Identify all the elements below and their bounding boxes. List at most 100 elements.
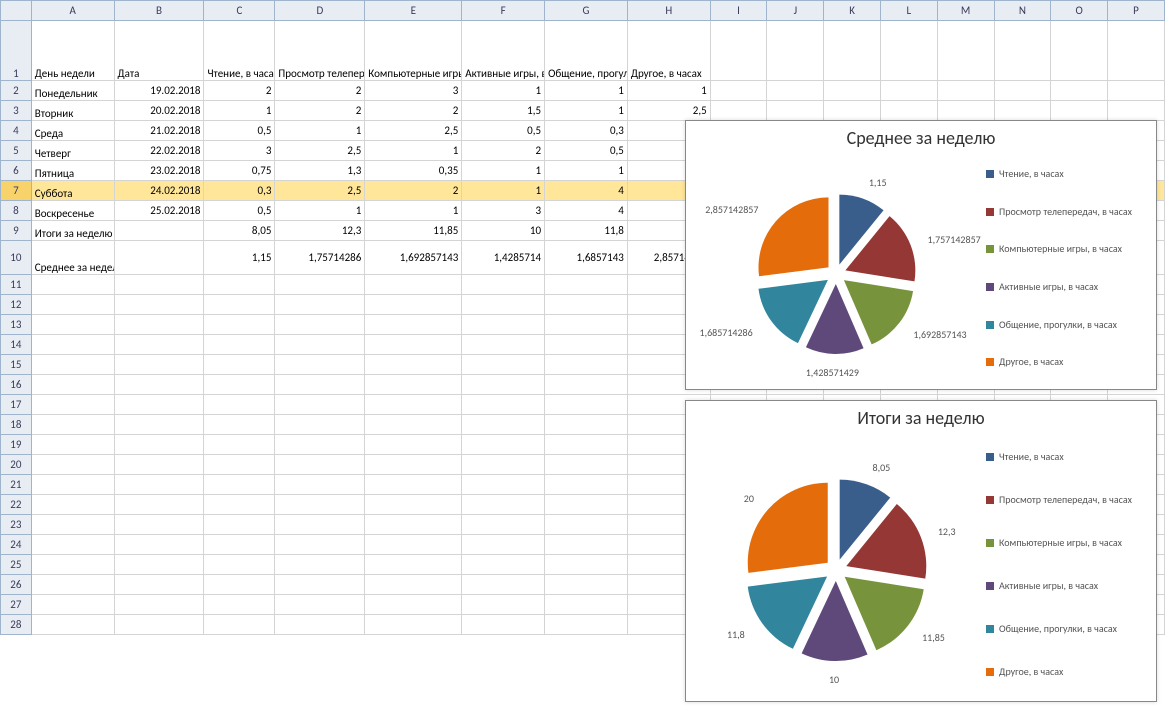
cell[interactable]: 1 xyxy=(462,81,545,101)
cell[interactable] xyxy=(545,355,628,375)
cell[interactable]: 3 xyxy=(462,201,545,221)
cell[interactable] xyxy=(545,595,628,615)
cell[interactable] xyxy=(275,495,365,515)
cell[interactable]: 2 xyxy=(462,141,545,161)
cell[interactable]: 12,3 xyxy=(275,221,365,241)
cell[interactable]: Четверг xyxy=(31,141,114,161)
cell[interactable] xyxy=(275,555,365,575)
column-header[interactable]: B xyxy=(114,1,204,21)
cell[interactable] xyxy=(31,455,114,475)
column-header[interactable]: N xyxy=(994,1,1051,21)
cell[interactable] xyxy=(545,575,628,595)
cell[interactable] xyxy=(545,375,628,395)
cell[interactable] xyxy=(114,615,204,635)
cell[interactable] xyxy=(710,21,767,81)
cell[interactable] xyxy=(545,535,628,555)
chart-totals-week[interactable]: Итоги за неделю 8,0512,311,851011,820 Чт… xyxy=(685,400,1157,702)
cell[interactable] xyxy=(114,315,204,335)
cell[interactable]: Общение, прогулки, в часах xyxy=(545,21,628,81)
cell[interactable] xyxy=(204,355,275,375)
row-header[interactable]: 13 xyxy=(1,315,32,335)
row-header[interactable]: 7 xyxy=(1,181,32,201)
cell[interactable] xyxy=(545,275,628,295)
cell[interactable] xyxy=(545,475,628,495)
cell[interactable] xyxy=(114,395,204,415)
cell[interactable] xyxy=(275,515,365,535)
cell[interactable] xyxy=(545,415,628,435)
column-header[interactable]: E xyxy=(365,1,462,21)
cell[interactable]: День недели xyxy=(31,21,114,81)
cell[interactable] xyxy=(710,81,767,101)
cell[interactable] xyxy=(462,295,545,315)
row-header[interactable]: 27 xyxy=(1,595,32,615)
cell[interactable] xyxy=(365,415,462,435)
cell[interactable]: 0,5 xyxy=(204,121,275,141)
cell[interactable] xyxy=(275,615,365,635)
cell[interactable] xyxy=(365,375,462,395)
row-header[interactable]: 21 xyxy=(1,475,32,495)
cell[interactable] xyxy=(880,21,937,81)
row-header[interactable]: 6 xyxy=(1,161,32,181)
cell[interactable]: Суббота xyxy=(31,181,114,201)
cell[interactable] xyxy=(204,575,275,595)
cell[interactable] xyxy=(462,575,545,595)
column-header[interactable]: O xyxy=(1051,1,1108,21)
cell[interactable] xyxy=(1108,21,1165,81)
cell[interactable]: Среднее за неделю xyxy=(31,241,114,275)
row-header[interactable]: 22 xyxy=(1,495,32,515)
cell[interactable] xyxy=(275,455,365,475)
cell[interactable] xyxy=(462,315,545,335)
cell[interactable] xyxy=(275,375,365,395)
row-header[interactable]: 23 xyxy=(1,515,32,535)
cell[interactable]: 1 xyxy=(462,181,545,201)
column-header[interactable]: G xyxy=(545,1,628,21)
cell[interactable]: 2,5 xyxy=(365,121,462,141)
cell[interactable]: 4 xyxy=(545,201,628,221)
cell[interactable] xyxy=(462,275,545,295)
cell[interactable] xyxy=(545,335,628,355)
cell[interactable]: Воскресенье xyxy=(31,201,114,221)
cell[interactable] xyxy=(462,435,545,455)
cell[interactable] xyxy=(114,355,204,375)
row-header[interactable]: 2 xyxy=(1,81,32,101)
cell[interactable] xyxy=(937,21,994,81)
cell[interactable]: 1,15 xyxy=(204,241,275,275)
cell[interactable] xyxy=(462,375,545,395)
cell[interactable] xyxy=(824,21,881,81)
cell[interactable] xyxy=(365,455,462,475)
cell[interactable] xyxy=(114,535,204,555)
cell[interactable]: 1,3 xyxy=(275,161,365,181)
row-header[interactable]: 24 xyxy=(1,535,32,555)
cell[interactable] xyxy=(31,415,114,435)
cell[interactable] xyxy=(365,275,462,295)
cell[interactable] xyxy=(204,415,275,435)
cell[interactable] xyxy=(204,475,275,495)
cell[interactable]: 1 xyxy=(627,81,710,101)
row-header[interactable]: 1 xyxy=(1,21,32,81)
cell[interactable] xyxy=(545,295,628,315)
cell[interactable] xyxy=(275,295,365,315)
cell[interactable]: 2 xyxy=(275,101,365,121)
cell[interactable]: 22.02.2018 xyxy=(114,141,204,161)
cell[interactable] xyxy=(545,495,628,515)
cell[interactable] xyxy=(462,555,545,575)
cell[interactable] xyxy=(275,435,365,455)
cell[interactable] xyxy=(462,455,545,475)
cell[interactable]: 1 xyxy=(462,161,545,181)
cell[interactable]: 10 xyxy=(462,221,545,241)
cell[interactable] xyxy=(1108,101,1165,121)
cell[interactable] xyxy=(767,81,824,101)
cell[interactable] xyxy=(937,101,994,121)
cell[interactable] xyxy=(31,295,114,315)
column-header[interactable]: K xyxy=(824,1,881,21)
column-header[interactable]: P xyxy=(1108,1,1165,21)
cell[interactable] xyxy=(880,81,937,101)
column-header[interactable]: I xyxy=(710,1,767,21)
cell[interactable] xyxy=(994,21,1051,81)
cell[interactable] xyxy=(880,101,937,121)
cell[interactable] xyxy=(31,475,114,495)
cell[interactable] xyxy=(204,275,275,295)
cell[interactable]: 1 xyxy=(545,161,628,181)
cell[interactable]: Среда xyxy=(31,121,114,141)
cell[interactable] xyxy=(31,435,114,455)
